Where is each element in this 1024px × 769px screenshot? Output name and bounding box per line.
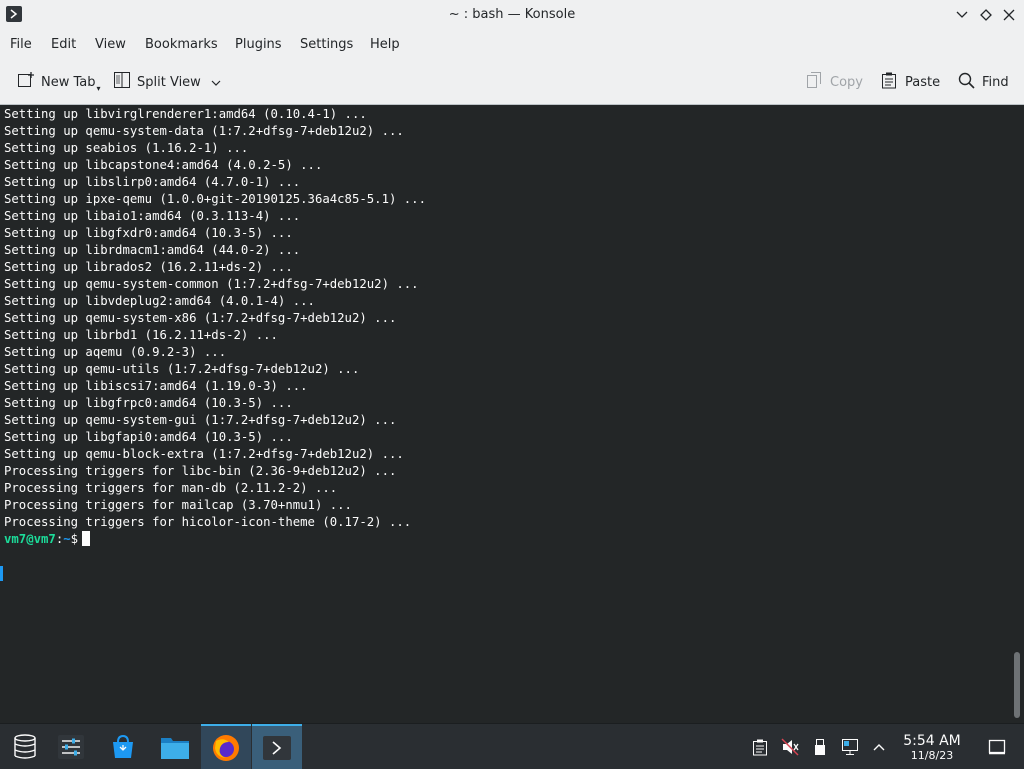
terminal-line: Setting up seabios (1.16.2-1) ... [4,141,249,155]
paste-label: Paste [905,74,941,90]
terminal-prompt: vm7@vm7:~$ [4,531,91,548]
terminal-line: Setting up libgfrpc0:amd64 (10.3-5) ... [4,396,293,410]
application-launcher-icon[interactable] [0,724,50,769]
terminal-line: Setting up aqemu (0.9.2-3) ... [4,345,227,359]
menu-bookmarks[interactable]: Bookmarks [145,37,218,52]
terminal-line: Setting up qemu-utils (1:7.2+dfsg-7+deb1… [4,362,360,376]
terminal-line: Setting up libgfapi0:amd64 (10.3-5) ... [4,430,293,444]
clipboard-icon[interactable] [750,737,770,757]
firefox-icon[interactable] [201,724,251,769]
paste-icon [881,71,897,93]
find-label: Find [982,74,1009,90]
konsole-icon[interactable] [252,724,302,769]
terminal-view[interactable]: Setting up libvirglrenderer1:amd64 (0.10… [0,105,1024,723]
usb-device-icon[interactable] [810,737,830,757]
menu-help[interactable]: Help [370,37,400,52]
new-tab-label: New Tab [41,74,96,90]
terminal-line: Setting up qemu-system-data (1:7.2+dfsg-… [4,124,404,138]
new-tab-menu-arrow-icon: ▾ [96,83,101,93]
digital-clock[interactable]: 5:54 AM 11/8/23 [896,733,968,762]
terminal-line: Processing triggers for mailcap (3.70+nm… [4,498,352,512]
terminal-line: Setting up qemu-block-extra (1:7.2+dfsg-… [4,447,404,461]
split-view-button[interactable]: Split View [113,72,221,92]
clock-time: 5:54 AM [903,733,961,749]
terminal-line: Processing triggers for hicolor-icon-the… [4,515,412,529]
window-titlebar[interactable]: ~ : bash — Konsole [0,0,1024,30]
menu-view[interactable]: View [95,37,126,52]
dolphin-files-icon[interactable] [150,724,200,769]
terminal-line: Setting up libcapstone4:amd64 (4.0.2-5) … [4,158,323,172]
discover-store-icon[interactable] [98,724,148,769]
prompt-symbol: $ [70,532,79,546]
close-button[interactable] [1000,6,1018,24]
menu-settings[interactable]: Settings [300,37,353,52]
taskbar: 5:54 AM 11/8/23 [0,723,1024,769]
paste-button[interactable]: Paste [881,72,940,92]
find-button[interactable]: Find [958,72,1009,92]
copy-icon [806,71,822,93]
copy-button[interactable]: Copy [806,72,863,92]
new-tab-icon [17,71,35,93]
terminal-cursor [82,531,91,546]
new-tab-button[interactable]: New Tab ▾ [17,71,101,93]
terminal-line: Setting up libslirp0:amd64 (4.7.0-1) ... [4,175,301,189]
volume-muted-icon[interactable] [780,737,800,757]
prompt-user: vm7@vm7 [4,532,56,546]
terminal-line: Setting up libvdeplug2:amd64 (4.0.1-4) .… [4,294,315,308]
system-settings-icon[interactable] [46,724,96,769]
terminal-output: Setting up libvirglrenderer1:amd64 (0.10… [4,106,426,531]
terminal-scrollbar[interactable] [1010,105,1024,723]
search-icon [958,72,975,93]
menu-bar: File Edit View Bookmarks Plugins Setting… [0,30,1024,58]
network-icon[interactable] [840,737,860,757]
menu-edit[interactable]: Edit [51,37,76,52]
menu-plugins[interactable]: Plugins [235,37,282,52]
terminal-line: Processing triggers for libc-bin (2.36-9… [4,464,397,478]
clock-date: 11/8/23 [910,749,954,762]
scrollbar-thumb[interactable] [1014,652,1020,718]
terminal-line: Setting up libiscsi7:amd64 (1.19.0-3) ..… [4,379,308,393]
terminal-line: Setting up qemu-system-gui (1:7.2+dfsg-7… [4,413,397,427]
terminal-line: Setting up librados2 (16.2.11+ds-2) ... [4,260,293,274]
menu-file[interactable]: File [10,37,32,52]
main-toolbar: New Tab ▾ Split View Copy Paste Find [0,58,1024,105]
selection-marker [0,566,3,581]
terminal-line: Setting up libgfxdr0:amd64 (10.3-5) ... [4,226,293,240]
copy-label: Copy [830,74,863,90]
terminal-line: Processing triggers for man-db (2.11.2-2… [4,481,338,495]
maximize-button[interactable] [977,6,995,24]
tray-expand-icon[interactable] [869,737,889,757]
terminal-line: Setting up libaio1:amd64 (0.3.113-4) ... [4,209,301,223]
terminal-line: Setting up librbd1 (16.2.11+ds-2) ... [4,328,278,342]
terminal-line: Setting up qemu-system-common (1:7.2+dfs… [4,277,419,291]
split-view-icon [113,71,131,93]
chevron-down-icon[interactable] [211,75,221,90]
terminal-line: Setting up ipxe-qemu (1.0.0+git-20190125… [4,192,426,206]
minimize-button[interactable] [953,6,971,24]
split-view-label: Split View [137,74,201,90]
prompt-path: ~ [63,532,71,546]
window-title: ~ : bash — Konsole [448,7,576,22]
terminal-line: Setting up qemu-system-x86 (1:7.2+dfsg-7… [4,311,397,325]
terminal-line: Setting up librdmacm1:amd64 (44.0-2) ... [4,243,301,257]
terminal-line: Setting up libvirglrenderer1:amd64 (0.10… [4,107,367,121]
show-desktop-icon[interactable] [987,737,1007,757]
